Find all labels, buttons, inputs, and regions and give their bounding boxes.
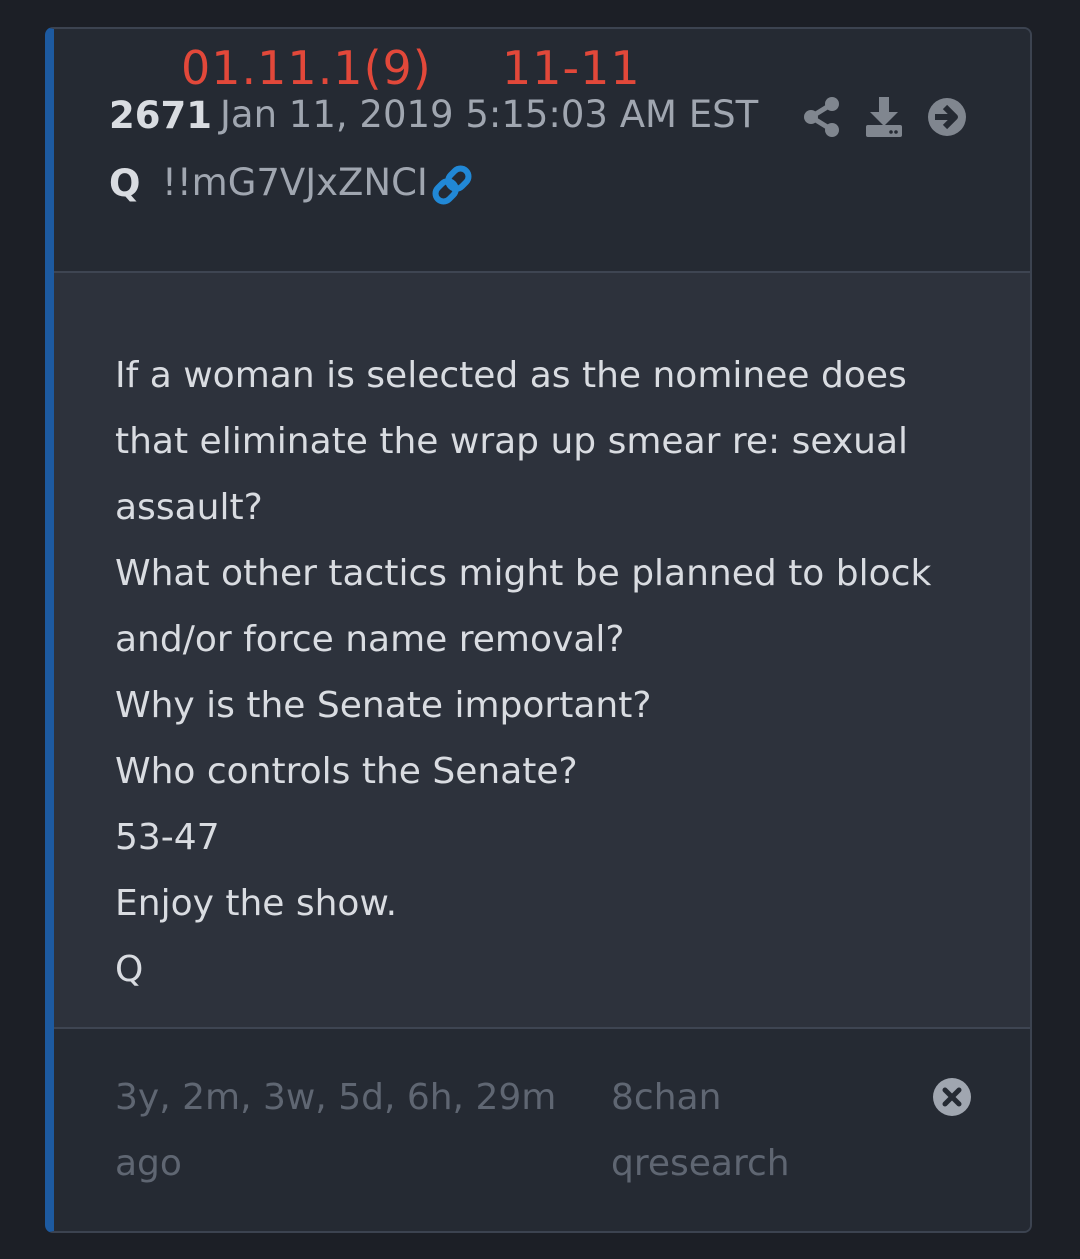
post-source[interactable]: 8chan qresearch xyxy=(611,1065,891,1197)
post-footer: 3y, 2m, 3w, 5d, 6h, 29m ago 8chan qresea… xyxy=(54,1029,1030,1231)
post-line: Why is the Senate important? xyxy=(115,685,652,726)
author-tripcode: !!mG7VJxZNCI xyxy=(162,161,428,204)
post-header: 01.11.1(9) 11-11 2671 Jan 11, 2019 5:15:… xyxy=(54,29,1030,273)
post-timestamp: Jan 11, 2019 5:15:03 AM EST xyxy=(220,93,759,136)
post-line: Who controls the Senate? xyxy=(115,751,578,792)
close-icon[interactable] xyxy=(932,1077,972,1117)
post-age: 3y, 2m, 3w, 5d, 6h, 29m ago xyxy=(115,1077,557,1184)
post-line: 53-47 xyxy=(115,817,220,858)
post-date-tag: 01.11.1(9) xyxy=(181,41,432,95)
post-card: 01.11.1(9) 11-11 2671 Jan 11, 2019 5:15:… xyxy=(45,27,1032,1233)
post-time-tag: 11-11 xyxy=(502,41,641,95)
share-icon[interactable] xyxy=(802,95,842,139)
post-line: If a woman is selected as the nominee do… xyxy=(115,355,920,528)
download-icon[interactable] xyxy=(864,95,904,139)
post-line: Q xyxy=(115,949,144,990)
arrow-right-circle-icon[interactable] xyxy=(927,95,967,139)
link-icon[interactable] xyxy=(430,163,474,207)
post-line: What other tactics might be planned to b… xyxy=(115,553,943,660)
author-name: Q xyxy=(109,162,141,205)
post-actions xyxy=(802,95,982,139)
post-line: Enjoy the show. xyxy=(115,883,398,924)
post-body: If a woman is selected as the nominee do… xyxy=(54,273,1030,1029)
post-number[interactable]: 2671 xyxy=(109,97,212,134)
post-text: If a woman is selected as the nominee do… xyxy=(115,343,975,1003)
